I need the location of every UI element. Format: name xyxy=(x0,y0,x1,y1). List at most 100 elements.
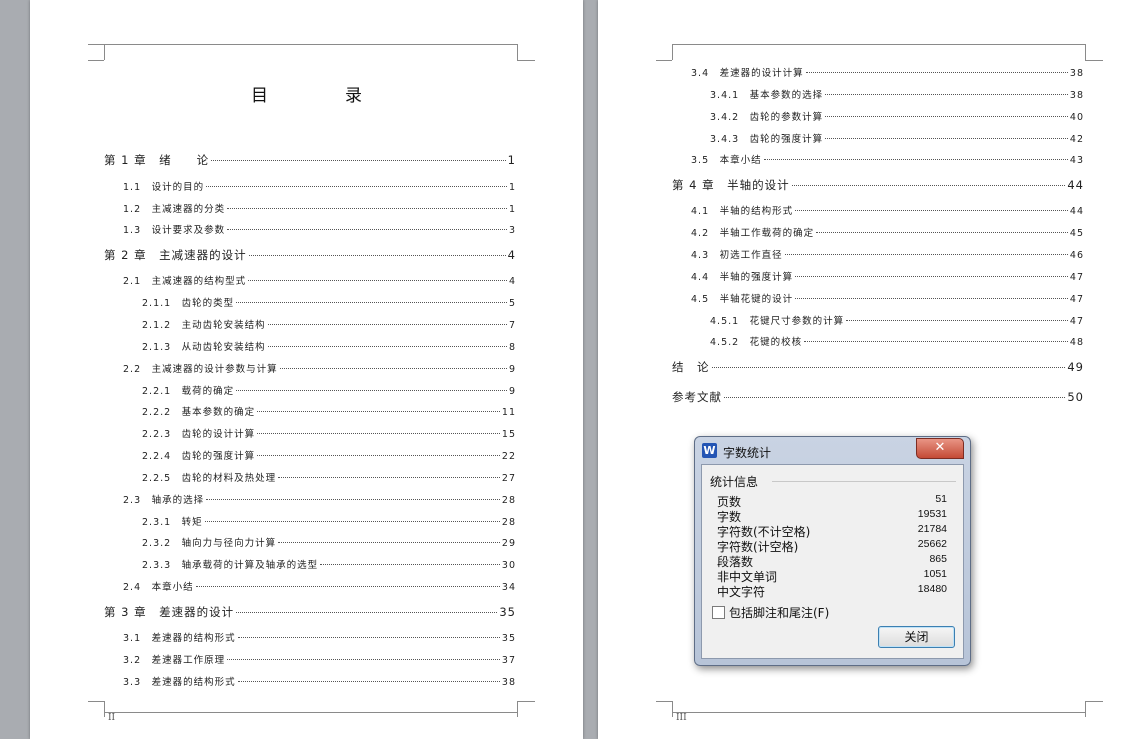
toc-entry-title: 4.4 半轴的强度计算 xyxy=(691,272,794,283)
toc-entry-page: 47 xyxy=(1069,272,1084,283)
toc-entry[interactable]: 4.5 半轴花键的设计 47 xyxy=(691,291,1084,305)
stat-row: 字数 19531 xyxy=(717,508,947,524)
statistics-group-label: 统计信息 xyxy=(710,475,759,489)
toc-entry-title: 3.4 差速器的设计计算 xyxy=(691,68,804,79)
toc-entry-page: 38 xyxy=(1069,90,1084,101)
toc-entry-title: 4.5.1 花键尺寸参数的计算 xyxy=(710,316,845,327)
dialog-titlebar[interactable]: W 字数统计 ✕ xyxy=(695,437,970,463)
toc-entry[interactable]: 3.2 差速器工作原理 37 xyxy=(123,652,516,666)
toc-entry-title: 4.1 半轴的结构形式 xyxy=(691,206,794,217)
toc-entry-title: 3.2 差速器工作原理 xyxy=(123,655,226,666)
footer-page-number: II xyxy=(108,713,116,723)
stat-value: 25662 xyxy=(917,538,947,550)
toc-entry[interactable]: 3.4.3 齿轮的强度计算 42 xyxy=(710,131,1084,145)
toc-entry[interactable]: 2.3.3 轴承载荷的计算及轴承的选型 30 xyxy=(142,557,516,571)
stat-row: 段落数 865 xyxy=(717,553,947,569)
toc-entry[interactable]: 2.3.1 转矩 28 xyxy=(142,514,516,528)
toc-leader-dots xyxy=(248,280,507,281)
toc-leader-dots xyxy=(267,346,507,347)
toc-entry[interactable]: 3.4.1 基本参数的选择 38 xyxy=(710,87,1084,101)
toc-leader-dots xyxy=(816,232,1068,233)
toc-entry[interactable]: 2.3.2 轴向力与径向力计算 29 xyxy=(142,535,516,549)
toc-leader-dots xyxy=(237,637,500,638)
dialog-body: 统计信息 页数 51 字数 19531 字符数(不计空格) 21784 字符数(计空格) 25… xyxy=(701,464,964,659)
header-rule xyxy=(88,60,104,61)
toc-entry-page: 35 xyxy=(501,633,516,644)
toc-entry[interactable]: 结 论 49 xyxy=(672,359,1084,375)
footer-rule xyxy=(104,712,517,713)
toc-entry-title: 2.2.1 载荷的确定 xyxy=(142,386,235,397)
toc-leader-dots xyxy=(825,116,1068,117)
include-footnotes-checkbox[interactable] xyxy=(712,606,725,619)
include-footnotes-label[interactable]: 包括脚注和尾注(F) xyxy=(729,604,829,621)
toc-entry[interactable]: 2.2.1 载荷的确定 9 xyxy=(142,383,516,397)
toc-entry-page: 9 xyxy=(508,386,516,397)
toc-leader-dots xyxy=(257,455,500,456)
toc-leader-dots xyxy=(267,324,507,325)
toc-entry[interactable]: 3.4 差速器的设计计算 38 xyxy=(691,65,1084,79)
toc-entry[interactable]: 3.3 差速器的结构形式 38 xyxy=(123,674,516,688)
stat-value: 1051 xyxy=(923,568,947,580)
toc-entry[interactable]: 2.2.3 齿轮的设计计算 15 xyxy=(142,426,516,440)
toc-entry[interactable]: 4.3 初选工作直径 46 xyxy=(691,247,1084,261)
crop-mark xyxy=(672,701,674,717)
toc-entry-title: 第 2 章 主减速器的设计 xyxy=(104,248,247,262)
toc-entry[interactable]: 3.4.2 齿轮的参数计算 40 xyxy=(710,109,1084,123)
toc-leader-dots xyxy=(784,254,1068,255)
toc-entry[interactable]: 第 1 章 绪 论 1 xyxy=(104,152,516,168)
toc-entry-page: 1 xyxy=(508,204,516,215)
toc-leader-dots xyxy=(805,72,1068,73)
crop-mark xyxy=(104,701,106,717)
toc-entry-page: 4 xyxy=(508,276,516,287)
toc-entry[interactable]: 3.1 差速器的结构形式 35 xyxy=(123,630,516,644)
toc-entry[interactable]: 4.2 半轴工作载荷的确定 45 xyxy=(691,225,1084,239)
close-button[interactable]: 关闭 xyxy=(878,626,955,648)
close-icon[interactable]: ✕ xyxy=(916,438,964,459)
toc-leader-dots xyxy=(846,320,1068,321)
toc-entry[interactable]: 3.5 本章小结 43 xyxy=(691,152,1084,166)
stat-label: 中文字符 xyxy=(717,585,766,599)
toc-entry-title: 参考文献 xyxy=(672,390,722,404)
toc-entry[interactable]: 2.1.2 主动齿轮安装结构 7 xyxy=(142,317,516,331)
stat-row: 非中文单词 1051 xyxy=(717,568,947,584)
toc-entry[interactable]: 2.2.2 基本参数的确定 11 xyxy=(142,404,516,418)
toc-entry[interactable]: 参考文献 50 xyxy=(672,389,1084,405)
wps-writer-icon: W xyxy=(702,443,717,458)
toc-entry[interactable]: 1.2 主减速器的分类 1 xyxy=(123,201,516,215)
toc-entry[interactable]: 4.5.2 花键的校核 48 xyxy=(710,334,1084,348)
toc-entry[interactable]: 1.3 设计要求及参数 3 xyxy=(123,222,516,236)
crop-mark xyxy=(1085,44,1087,60)
toc-entry-page: 40 xyxy=(1069,112,1084,123)
footer-rule xyxy=(1085,701,1103,702)
toc-entry[interactable]: 4.5.1 花键尺寸参数的计算 47 xyxy=(710,313,1084,327)
toc-entry[interactable]: 2.2 主减速器的设计参数与计算 9 xyxy=(123,361,516,375)
toc-entry[interactable]: 第 4 章 半轴的设计 44 xyxy=(672,177,1084,193)
toc-entry[interactable]: 2.4 本章小结 34 xyxy=(123,579,516,593)
stat-row: 字符数(计空格) 25662 xyxy=(717,538,947,554)
toc-entry[interactable]: 2.2.4 齿轮的强度计算 22 xyxy=(142,448,516,462)
toc-leader-dots xyxy=(279,368,507,369)
toc-entry-title: 结 论 xyxy=(672,360,710,374)
toc-entry[interactable]: 1.1 设计的目的 1 xyxy=(123,179,516,193)
toc-entry-title: 1.1 设计的目的 xyxy=(123,182,205,193)
toc-entry[interactable]: 2.3 轴承的选择 28 xyxy=(123,492,516,506)
stat-row: 页数 51 xyxy=(717,493,947,509)
crop-mark xyxy=(1085,701,1087,717)
crop-mark xyxy=(672,44,674,60)
toc-entry[interactable]: 2.1 主减速器的结构型式 4 xyxy=(123,273,516,287)
toc-entry-title: 4.5.2 花键的校核 xyxy=(710,337,803,348)
toc-entry[interactable]: 第 3 章 差速器的设计 35 xyxy=(104,604,516,620)
toc-entry[interactable]: 第 2 章 主减速器的设计 4 xyxy=(104,247,516,263)
toc-entry-title: 第 1 章 绪 论 xyxy=(104,153,210,167)
toc-entry-page: 37 xyxy=(501,655,516,666)
toc-entry-title: 2.1.2 主动齿轮安装结构 xyxy=(142,320,266,331)
footer-rule xyxy=(88,701,104,702)
toc-entry-page: 15 xyxy=(501,429,516,440)
toc-entry[interactable]: 2.1.3 从动齿轮安装结构 8 xyxy=(142,339,516,353)
toc-entry[interactable]: 4.4 半轴的强度计算 47 xyxy=(691,269,1084,283)
toc-entry-title: 2.3.1 转矩 xyxy=(142,517,203,528)
toc-leader-dots xyxy=(227,659,500,660)
toc-entry[interactable]: 4.1 半轴的结构形式 44 xyxy=(691,203,1084,217)
toc-entry[interactable]: 2.2.5 齿轮的材料及热处理 27 xyxy=(142,470,516,484)
toc-entry[interactable]: 2.1.1 齿轮的类型 5 xyxy=(142,295,516,309)
